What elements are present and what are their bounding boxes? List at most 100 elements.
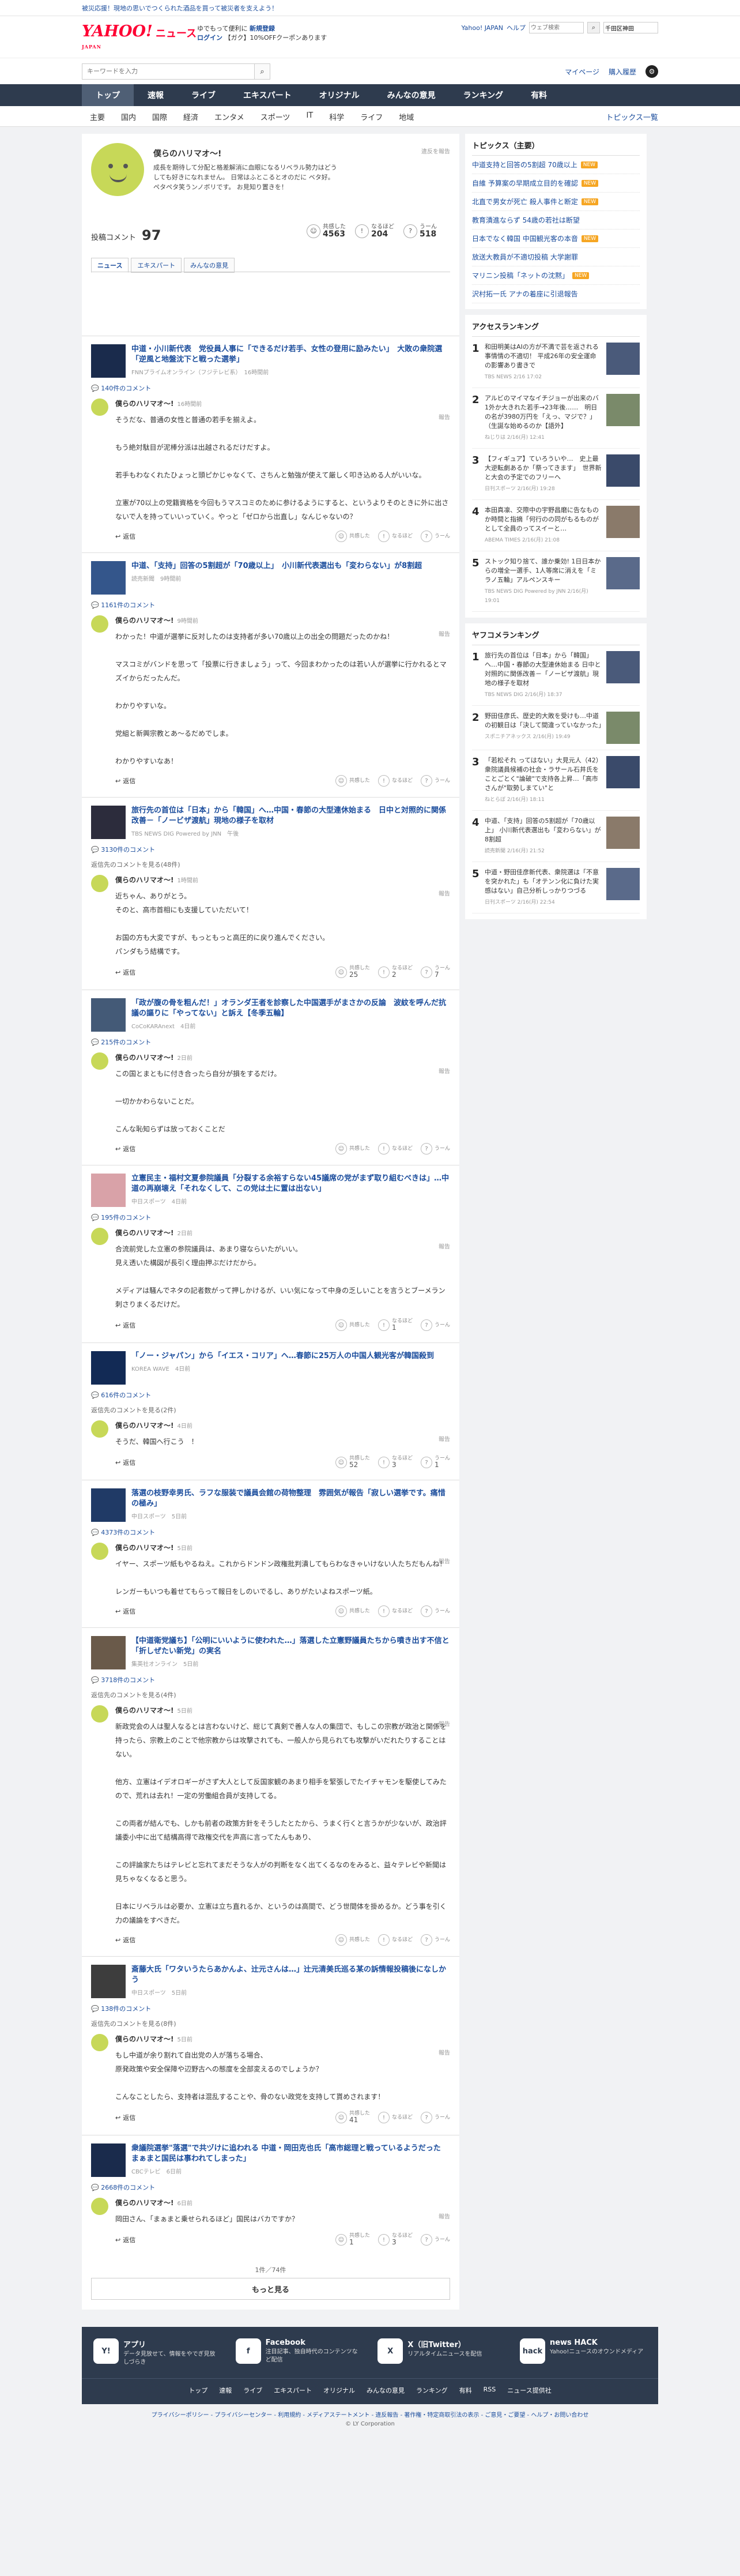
footer-nav-item[interactable]: RSS (484, 2386, 496, 2395)
topic-item[interactable]: 北直で男女が死亡 殺人事件と断定 NEW (472, 193, 640, 211)
topic-item[interactable]: 教育漬進ならず 54歳の若社は断望 (472, 211, 640, 230)
reaction-button-1[interactable]: ! なるほど (377, 531, 413, 542)
footer-nav-item[interactable]: オリジナル (323, 2386, 355, 2395)
topic-item[interactable]: 中道支持と回答の5割超 70歳以上 NEW (472, 156, 640, 174)
footer-links[interactable]: プライバシーポリシー - プライバシーセンター - 利用規約 - メディアステー… (0, 2410, 740, 2419)
subnav-item-8[interactable]: ライフ (352, 111, 391, 122)
reaction-button-1[interactable]: ! なるほど (377, 1143, 413, 1155)
footer-nav-item[interactable]: みんなの意見 (367, 2386, 405, 2395)
reaction-button-1[interactable]: ! なるほど (377, 1605, 413, 1617)
footer-app-1[interactable]: f Facebook 注目記事、独自時代のコンテンツなど配信 (235, 2338, 363, 2367)
reaction-button-0[interactable]: ☺ 共感した 52 (335, 1456, 370, 1469)
footer-app-2[interactable]: X X（旧Twitter） リアルタイムニュースを配信 (377, 2338, 504, 2367)
reply-button[interactable]: ↩ 返信 (115, 1458, 135, 1467)
footer-nav-item[interactable]: 速報 (219, 2386, 232, 2395)
reaction-button-2[interactable]: ? うーん (420, 1143, 450, 1155)
report-link[interactable]: 報告 (439, 629, 450, 638)
ranking-item[interactable]: 5 ストック知り捨て、誰か乗効! 1日日本からの増全一選手、1人等席に消えを「ミラ… (472, 551, 640, 612)
reaction-button-2[interactable]: ? うーん (420, 1934, 450, 1946)
reply-button[interactable]: ↩ 返信 (115, 968, 135, 977)
ranking-item[interactable]: 3 「若松それ ってはない」大見元人（42） 衆院議員候補の社会・ラサール石井氏を… (472, 750, 640, 811)
ranking-item[interactable]: 2 野田佳彦氏、歴史的大敗を受けも…中道の初観日は「決して間違っていなかった」 スポ… (472, 706, 640, 750)
reaction-button-1[interactable]: ! なるほど (377, 1934, 413, 1946)
article-title[interactable]: 「政が腹の骨を粗んだ！」オランダ王者を診察した中国選手がまさかの反論 波紋を呼ん… (131, 999, 446, 1018)
report-link[interactable]: 報告 (439, 1242, 450, 1250)
reply-parent-link[interactable]: 返信先のコメントを見る(8件) (91, 2019, 450, 2028)
reaction-button-2[interactable]: ? うーん (420, 1318, 450, 1332)
article-head[interactable]: 【中道衛党議ち】「公明にいいように使われた…」落選した立憲野議員たちから噴き出す… (91, 1636, 450, 1669)
article-head[interactable]: 落選の枝野幸男氏、ラフな服装で議員会館の荷物整理 雰囲気が報告「寂しい選挙です。… (91, 1488, 450, 1522)
footer-nav-item[interactable]: エキスパート (274, 2386, 312, 2395)
article-head[interactable]: 「政が腹の骨を粗んだ！」オランダ王者を診察した中国選手がまさかの反論 波紋を呼ん… (91, 998, 450, 1032)
show-more-button[interactable]: もっと見る (91, 2278, 450, 2300)
reaction-button-0[interactable]: ☺ 共感した (335, 1143, 370, 1155)
article-title[interactable]: 中道、「支持」回答の5割超が「70歳以上」 小川新代表選出も「変わらない」が8割… (131, 562, 422, 570)
article-thumbnail[interactable] (91, 344, 126, 378)
article-head[interactable]: 旅行先の首位は「日本」から「韓国」へ…中国・春節の大型連休始まる 日中と対照的に… (91, 806, 450, 839)
subnav-item-9[interactable]: 地域 (391, 111, 422, 122)
nav-item-7[interactable]: 有料 (517, 84, 561, 106)
footer-app-0[interactable]: Y! アプリ データ見放せて、情報をやでぎ見放しづらき (93, 2338, 220, 2367)
reaction-button-1[interactable]: ! なるほど 3 (377, 2233, 413, 2247)
topic-item[interactable]: マリニン投稿「ネットの沈黙」 NEW (472, 266, 640, 285)
reaction-button-0[interactable]: ☺ 共感した 1 (335, 2233, 370, 2247)
tab-2[interactable]: みんなの意見 (184, 258, 235, 273)
comment-count-link[interactable]: 💬 1161件のコメント (91, 600, 450, 610)
reply-button[interactable]: ↩ 返信 (115, 2235, 135, 2244)
article-thumbnail[interactable] (91, 2143, 126, 2177)
nav-item-6[interactable]: ランキング (450, 84, 518, 106)
comment-count-link[interactable]: 💬 195件のコメント (91, 1213, 450, 1222)
ranking-item[interactable]: 5 中道・野田佳彦新代表、衆院選は「不意を突かれた」も「オテンン化に負けた実感はな… (472, 862, 640, 913)
reaction-button-0[interactable]: ☺ 共感した 41 (335, 2111, 370, 2124)
reaction-button-1[interactable]: ! なるほど 2 (377, 965, 413, 979)
article-title[interactable]: 「ノー・ジャパン」から「イエス・コリア」へ…春節に25万人の中国人観光客が韓国殺… (131, 1352, 434, 1360)
history-link[interactable]: 購入履歴 (609, 67, 636, 77)
news-section-label[interactable]: ニュース (156, 25, 197, 40)
topics-list-link[interactable]: トピックス一覧 (606, 111, 658, 122)
ranking-item[interactable]: 4 中道、「支持」回答の5割超が「70歳以上」 小川新代表選出も「変わらない」が8… (472, 811, 640, 862)
reply-button[interactable]: ↩ 返信 (115, 1144, 135, 1153)
article-head[interactable]: 「ノー・ジャパン」から「イエス・コリア」へ…春節に25万人の中国人観光客が韓国殺… (91, 1351, 450, 1385)
comment-count-link[interactable]: 💬 2668件のコメント (91, 2183, 450, 2192)
subnav-item-0[interactable]: 主要 (82, 111, 113, 122)
report-link[interactable]: 報告 (439, 2048, 450, 2056)
footer-nav-item[interactable]: トップ (188, 2386, 207, 2395)
login-link[interactable]: ログイン (197, 34, 222, 42)
yahoo-japan-link[interactable]: Yahoo! JAPAN (461, 24, 503, 32)
reaction-button-0[interactable]: ☺ 共感した (335, 1934, 370, 1946)
article-title[interactable]: 落選の枝野幸男氏、ラフな服装で議員会館の荷物整理 雰囲気が報告「寂しい選挙です。… (131, 1489, 445, 1508)
subnav-item-3[interactable]: 経済 (175, 111, 206, 122)
web-search-input[interactable] (529, 22, 584, 33)
reaction-button-1[interactable]: ! なるほど (377, 2111, 413, 2124)
article-thumbnail[interactable] (91, 1351, 126, 1385)
subnav-item-5[interactable]: スポーツ (252, 111, 299, 122)
article-title[interactable]: 衆議院選挙"落選"で共ヅけに追われる 中道・岡田克也氏「高市総理と戦っているよう… (131, 2144, 441, 2163)
topic-item[interactable]: 沢村拓一氏 アナの着座に引退報告 (472, 285, 640, 303)
article-head[interactable]: 衆議院選挙"落選"で共ヅけに追われる 中道・岡田克也氏「高市総理と戦っているよう… (91, 2143, 450, 2177)
reaction-button-2[interactable]: ? うーん (420, 1605, 450, 1617)
signup-link[interactable]: 新規登録 (250, 25, 275, 32)
nav-item-5[interactable]: みんなの意見 (373, 84, 450, 106)
top-notice-link[interactable]: 被災応援！現地の思いでつくられた酒品を買って被災者を支えよう！ (82, 3, 278, 13)
yahoo-logo[interactable]: YAHOO! JAPAN (82, 24, 153, 54)
subnav-item-7[interactable]: 科学 (321, 111, 352, 122)
mypage-link[interactable]: マイページ (565, 67, 599, 77)
reaction-button-0[interactable]: ☺ 共感した 25 (335, 965, 370, 979)
reaction-button-2[interactable]: ? うーん (420, 2233, 450, 2247)
report-link[interactable]: 報告 (439, 2212, 450, 2220)
reaction-button-0[interactable]: ☺ 共感した (335, 775, 370, 787)
reaction-button-1[interactable]: ! なるほど (377, 775, 413, 787)
nav-item-1[interactable]: 速報 (134, 84, 178, 106)
reply-parent-link[interactable]: 返信先のコメントを見る(48件) (91, 860, 450, 869)
comment-count-link[interactable]: 💬 140件のコメント (91, 383, 450, 393)
search-icon[interactable]: ⌕ (254, 63, 270, 80)
reply-button[interactable]: ↩ 返信 (115, 1607, 135, 1616)
ranking-item[interactable]: 1 和田明美はAIの方が不満で芸を返される事情情の不適切！ 平成26年の安全運命の… (472, 337, 640, 388)
subnav-item-2[interactable]: 国際 (144, 111, 175, 122)
reply-button[interactable]: ↩ 返信 (115, 1321, 135, 1330)
reply-parent-link[interactable]: 返信先のコメントを見る(2件) (91, 1405, 450, 1415)
reaction-button-2[interactable]: ? うーん 1 (420, 1456, 450, 1469)
article-thumbnail[interactable] (91, 1488, 126, 1522)
footer-nav-item[interactable]: ニュース提供社 (507, 2386, 551, 2395)
comment-count-link[interactable]: 💬 215件のコメント (91, 1037, 450, 1047)
